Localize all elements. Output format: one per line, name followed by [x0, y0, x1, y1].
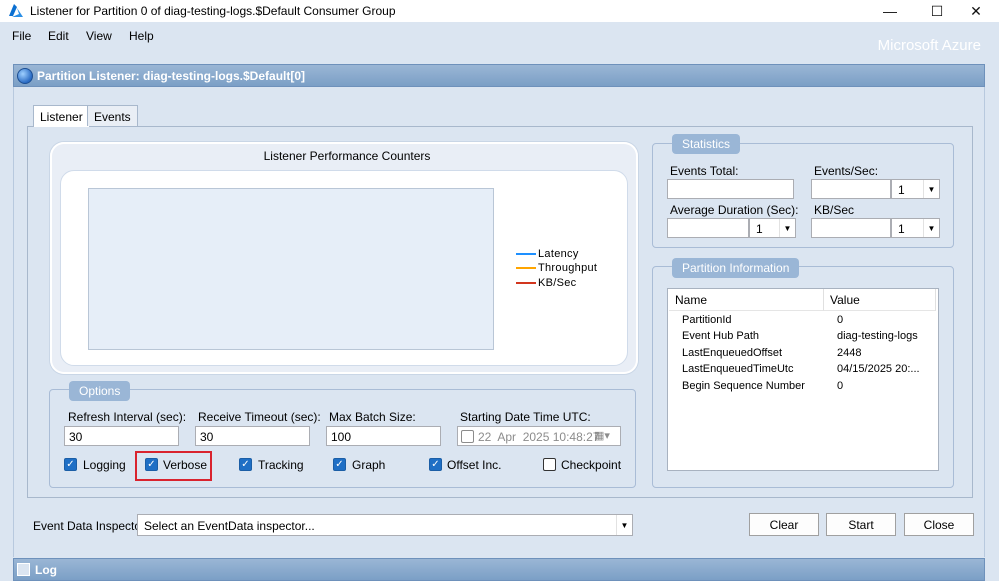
log-toggle-checkbox[interactable] — [17, 563, 30, 576]
partition-listener-header: Partition Listener: diag-testing-logs.$D… — [13, 64, 985, 87]
info-value-cell: 0 — [837, 380, 844, 392]
info-name-cell: LastEnqueuedOffset — [682, 347, 783, 359]
event-data-inspector-value: Select an EventData inspector... — [144, 519, 315, 533]
window-title: Listener for Partition 0 of diag-testing… — [30, 4, 396, 18]
events-sec-input[interactable] — [811, 179, 891, 199]
brand-label: Microsoft Azure — [877, 37, 981, 54]
menu-edit[interactable]: Edit — [48, 29, 69, 43]
events-sec-label: Events/Sec: — [814, 164, 879, 178]
menu-view[interactable]: View — [86, 29, 112, 43]
info-value-cell: 0 — [837, 314, 844, 326]
info-name-cell: PartitionId — [682, 314, 732, 326]
legend-latency-label: Latency — [538, 248, 579, 260]
kb-sec-combo[interactable]: 1 ▼ — [891, 218, 940, 238]
clear-button[interactable]: Clear — [749, 513, 819, 536]
tracking-label: Tracking — [258, 458, 304, 472]
column-header-name[interactable]: Name — [669, 289, 824, 311]
events-sec-combo-value: 1 — [898, 183, 905, 197]
kb-sec-label: KB/Sec — [814, 203, 855, 217]
checkpoint-checkbox[interactable] — [543, 458, 556, 471]
receive-timeout-label: Receive Timeout (sec): — [198, 410, 321, 424]
menu-file[interactable]: File — [12, 29, 31, 43]
offset-inc-checkbox[interactable]: ✓ — [429, 458, 442, 471]
info-name-cell: Event Hub Path — [682, 330, 760, 342]
info-name-cell: LastEnqueuedTimeUtc — [682, 363, 794, 375]
options-title: Options — [69, 381, 131, 401]
event-data-inspector-select[interactable]: Select an EventData inspector... ▼ — [137, 514, 633, 536]
events-total-label: Events Total: — [670, 164, 739, 178]
starting-date-picker[interactable]: 22 Apr 2025 10:48:27 ▦▾ — [457, 426, 621, 446]
chevron-down-icon[interactable]: ▼ — [923, 180, 939, 198]
kb-sec-input[interactable] — [811, 218, 891, 238]
refresh-interval-label: Refresh Interval (sec): — [68, 410, 187, 424]
avg-duration-combo[interactable]: 1 ▼ — [749, 218, 796, 238]
verbose-label: Verbose — [163, 458, 208, 472]
title-bar: Listener for Partition 0 of diag-testing… — [0, 0, 999, 22]
close-button[interactable]: Close — [904, 513, 974, 536]
avg-duration-combo-value: 1 — [756, 222, 763, 236]
tab-listener[interactable]: Listener — [33, 105, 90, 127]
chevron-down-icon[interactable]: ▼ — [616, 515, 632, 535]
refresh-interval-input[interactable]: 30 — [64, 426, 179, 446]
checkpoint-label: Checkpoint — [561, 458, 622, 472]
avg-duration-input[interactable] — [667, 218, 749, 238]
log-panel-header[interactable]: Log — [13, 558, 985, 581]
minimize-button[interactable]: — — [867, 0, 913, 22]
chevron-down-icon[interactable]: ▼ — [779, 219, 795, 237]
receive-timeout-input[interactable]: 30 — [195, 426, 310, 446]
calendar-icon[interactable]: ▦▾ — [594, 429, 610, 442]
offset-inc-label: Offset Inc. — [447, 458, 502, 472]
info-value-cell: 04/15/2025 20:... — [837, 363, 920, 375]
events-total-input[interactable] — [667, 179, 794, 199]
menu-help[interactable]: Help — [129, 29, 154, 43]
chart-title: Listener Performance Counters — [263, 149, 431, 163]
close-window-button[interactable]: ✕ — [953, 0, 999, 22]
azure-logo-icon — [9, 4, 23, 17]
info-name-cell: Begin Sequence Number — [682, 380, 805, 392]
tracking-checkbox[interactable]: ✓ — [239, 458, 252, 471]
chevron-down-icon[interactable]: ▼ — [923, 219, 939, 237]
globe-icon — [17, 68, 33, 84]
avg-duration-label: Average Duration (Sec): — [670, 203, 799, 217]
max-batch-size-input[interactable]: 100 — [326, 426, 441, 446]
starting-date-label: Starting Date Time UTC: — [460, 410, 591, 424]
info-value-cell: 2448 — [837, 347, 862, 359]
starting-date-enable-checkbox[interactable] — [461, 430, 474, 443]
column-header-value[interactable]: Value — [824, 289, 936, 311]
tab-events[interactable]: Events — [87, 105, 138, 126]
max-batch-size-label: Max Batch Size: — [329, 410, 416, 424]
info-value-cell: diag-testing-logs — [837, 330, 918, 342]
kb-sec-combo-value: 1 — [898, 222, 905, 236]
plot-area — [88, 188, 494, 350]
partition-info-title: Partition Information — [672, 258, 800, 278]
statistics-title: Statistics — [672, 134, 741, 154]
legend-throughput-swatch — [516, 267, 536, 269]
event-data-inspector-label: Event Data Inspector: — [33, 519, 149, 533]
verbose-checkbox[interactable]: ✓ — [145, 458, 158, 471]
graph-checkbox[interactable]: ✓ — [333, 458, 346, 471]
start-button[interactable]: Start — [826, 513, 896, 536]
legend-kbsec-swatch — [516, 282, 536, 284]
partition-listener-title: Partition Listener: diag-testing-logs.$D… — [37, 69, 306, 83]
legend-throughput-label: Throughput — [538, 262, 598, 274]
events-sec-combo[interactable]: 1 ▼ — [891, 179, 940, 199]
logging-label: Logging — [83, 458, 126, 472]
graph-label: Graph — [352, 458, 386, 472]
logging-checkbox[interactable]: ✓ — [64, 458, 77, 471]
legend-latency-swatch — [516, 253, 536, 255]
starting-date-value: 22 Apr 2025 10:48:27 — [478, 430, 600, 444]
legend-kbsec-label: KB/Sec — [538, 277, 577, 289]
log-title: Log — [35, 563, 57, 577]
